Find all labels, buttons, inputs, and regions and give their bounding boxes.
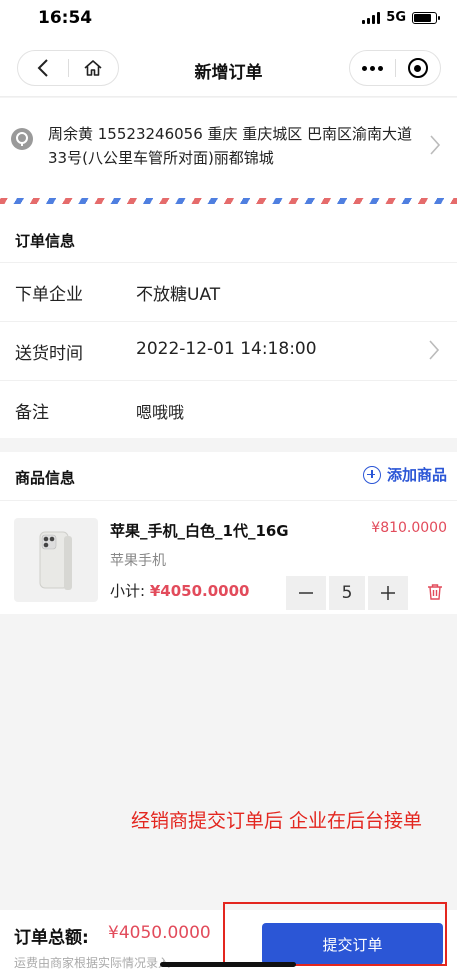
home-indicator <box>160 962 296 967</box>
status-time: 16:54 <box>38 8 93 28</box>
product-price: ¥810.0000 <box>371 520 447 536</box>
delivery-time-value: 2022-12-01 14:18:00 <box>136 339 317 359</box>
goods-section: 商品信息 添加商品 苹果_手机_白色_1代_16G ¥810.0000 苹果手机… <box>0 452 457 614</box>
company-label: 下单企业 <box>15 285 83 305</box>
delivery-time-row[interactable]: 送货时间 2022-12-01 14:18:00 <box>0 321 457 379</box>
order-total-label: 订单总额: <box>14 928 89 948</box>
decrease-button[interactable] <box>286 576 326 610</box>
delete-icon[interactable] <box>427 583 443 601</box>
highlight-box <box>223 902 447 966</box>
divider <box>0 500 457 501</box>
add-goods-button[interactable]: 添加商品 <box>362 464 447 485</box>
target-icon <box>407 58 428 78</box>
status-indicators: 5G <box>362 10 440 25</box>
battery-icon <box>412 11 440 24</box>
quantity-stepper: 5 <box>286 576 408 610</box>
order-info-section: 订单信息 下单企业 不放糖UAT 送货时间 2022-12-01 14:18:0… <box>0 214 457 438</box>
product-category: 苹果手机 <box>110 553 166 569</box>
product-name: 苹果_手机_白色_1代_16G <box>110 522 289 540</box>
network-label: 5G <box>386 10 406 25</box>
remark-row[interactable]: 备注 嗯哦哦 <box>0 380 457 438</box>
minus-icon <box>299 592 313 594</box>
nav-capsule-right <box>349 50 441 86</box>
chevron-right-icon <box>430 135 441 155</box>
product-image <box>14 518 98 602</box>
product-subtotal: 小计: ¥4050.0000 <box>110 580 249 601</box>
airmail-border <box>0 198 457 204</box>
chevron-right-icon <box>429 340 440 360</box>
phone-image-icon <box>39 531 72 590</box>
quantity-input[interactable]: 5 <box>329 576 365 610</box>
freight-note: 运费由商家根据实际情况录入 <box>14 956 171 969</box>
location-pin-icon <box>11 128 33 150</box>
increase-button[interactable] <box>368 576 408 610</box>
add-goods-label: 添加商品 <box>386 466 447 484</box>
nav-bar: 新增订单 <box>0 40 457 97</box>
annotation-note: 经销商提交订单后 企业在后台接单 <box>131 810 423 832</box>
delivery-time-label: 送货时间 <box>15 344 83 364</box>
close-miniprogram-button[interactable] <box>396 51 441 85</box>
signal-icon <box>362 11 381 24</box>
subtotal-value: ¥4050.0000 <box>149 582 250 600</box>
address-card[interactable]: 周余黄 15523246056 重庆 重庆城区 巴南区渝南大道33号(八公里车管… <box>0 98 457 214</box>
order-info-title: 订单信息 <box>15 232 76 250</box>
more-dots-icon <box>361 65 383 71</box>
order-company-row: 下单企业 不放糖UAT <box>0 262 457 320</box>
status-bar: 16:54 5G <box>0 0 457 40</box>
company-value: 不放糖UAT <box>136 285 221 305</box>
subtotal-label: 小计: <box>110 582 146 600</box>
more-button[interactable] <box>350 51 395 85</box>
address-text: 周余黄 15523246056 重庆 重庆城区 巴南区渝南大道33号(八公里车管… <box>48 125 413 167</box>
plus-circle-icon <box>362 465 381 484</box>
remark-input[interactable]: 嗯哦哦 <box>136 399 184 423</box>
goods-title: 商品信息 <box>15 469 76 487</box>
remark-label: 备注 <box>15 403 49 423</box>
order-total-value: ¥4050.0000 <box>108 923 211 943</box>
plus-icon <box>381 586 395 600</box>
